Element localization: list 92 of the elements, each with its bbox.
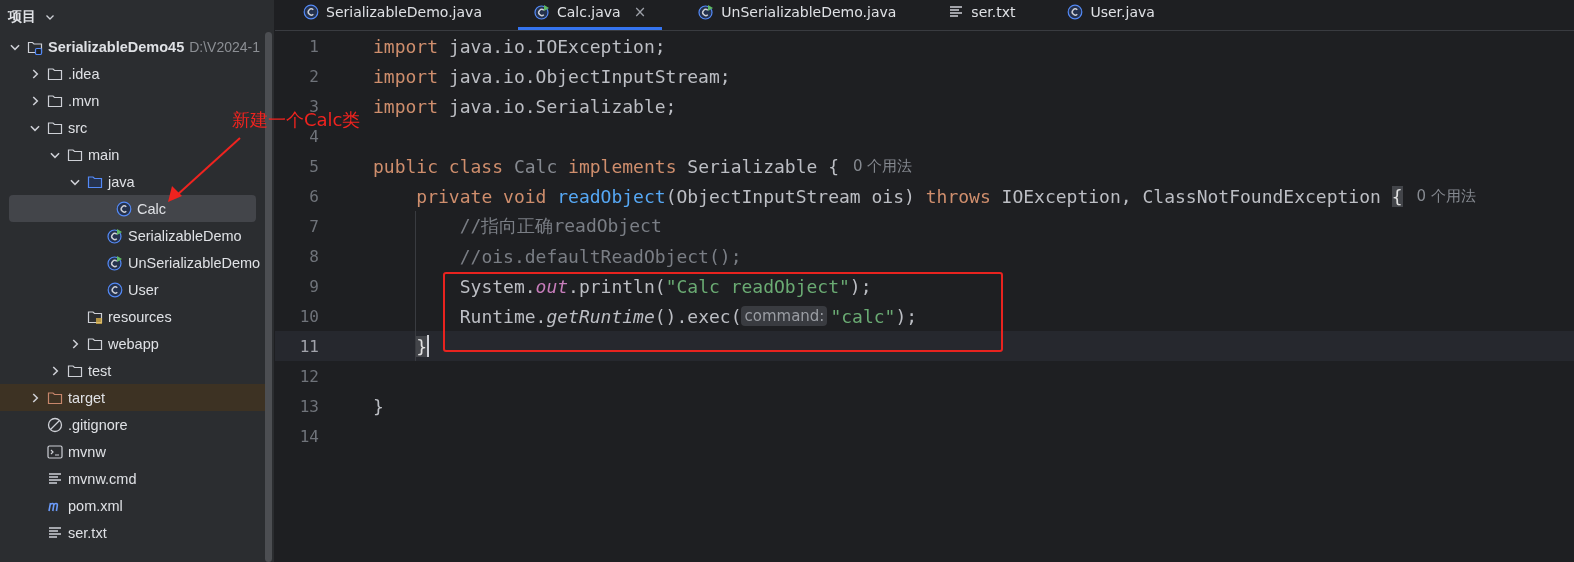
tree-item-label: .idea: [68, 65, 100, 82]
tree-item[interactable]: webapp: [0, 330, 159, 357]
code-text: java.io.IOException;: [448, 35, 666, 57]
tree-item-label: resources: [108, 308, 172, 325]
line-number: 4: [308, 126, 319, 146]
tree-item-label: main: [88, 146, 120, 163]
tree-item[interactable]: UnSerializableDemo: [0, 249, 261, 276]
code-text: System.: [459, 275, 536, 297]
project-path: D:\V2024-1: [189, 38, 261, 55]
usage-hint: 0 个用法: [1416, 186, 1476, 206]
tree-item-label: UnSerializableDemo: [128, 254, 261, 271]
editor-tab[interactable]: SerializableDemo.java: [287, 0, 498, 30]
panel-title: 项目: [8, 7, 36, 26]
editor-tab[interactable]: User.java: [1051, 0, 1171, 30]
tree-item-label: pom.xml: [68, 497, 123, 514]
tree-item[interactable]: SerializableDemo45 D:\V2024-1: [0, 33, 266, 60]
tree-item[interactable]: mvnw.cmd: [0, 465, 137, 492]
code-method: getRuntime: [546, 305, 655, 327]
tree-item[interactable]: .idea: [0, 60, 100, 87]
tree-item[interactable]: Calc: [9, 195, 256, 222]
editor-tab[interactable]: ser.txt: [932, 0, 1032, 30]
matched-brace: {: [1391, 185, 1403, 207]
tree-item[interactable]: ser.txt: [0, 519, 107, 546]
code-text: IOException, ClassNotFoundException: [1001, 185, 1382, 207]
code-keyword: throws: [925, 185, 992, 207]
line-number: 10: [298, 306, 319, 326]
line-number: 11: [298, 336, 319, 356]
editor-tab[interactable]: Calc.java ×: [517, 0, 663, 30]
tree-item-label: Calc: [137, 200, 166, 217]
code-method: readObject: [557, 185, 666, 207]
code-field: out: [535, 275, 569, 297]
tree-item-label: src: [68, 119, 88, 136]
usage-hint: 0 个用法: [853, 156, 913, 176]
line-number: 12: [298, 366, 319, 386]
line-number: 7: [308, 216, 319, 236]
tree-item-label: test: [88, 362, 112, 379]
code-string: "Calc readObject": [665, 275, 850, 297]
line-number: 14: [298, 426, 319, 446]
code-keyword: import: [373, 95, 439, 117]
code-text: ().exec(: [654, 305, 742, 327]
line-number: 9: [308, 276, 319, 296]
tree-item[interactable]: SerializableDemo: [0, 222, 242, 249]
line-number: 8: [308, 246, 319, 266]
tree-item-label: mvnw.cmd: [68, 470, 137, 487]
tree-item[interactable]: pom.xml: [0, 492, 123, 519]
tree-item-label: SerializableDemo: [128, 227, 242, 244]
tree-item-label: target: [68, 389, 106, 406]
tree-item-label: ser.txt: [68, 524, 107, 541]
code-text: }: [373, 395, 384, 417]
tree-item-label: mvnw: [68, 443, 106, 460]
line-number: 5: [308, 156, 319, 176]
tree-item-label: .gitignore: [68, 416, 128, 433]
code-text: .println(: [568, 275, 666, 297]
editor-tab[interactable]: UnSerializableDemo.java: [682, 0, 913, 30]
tree-item[interactable]: User: [0, 276, 159, 303]
code-class-name: Calc: [513, 155, 558, 177]
line-number: 1: [308, 36, 319, 56]
tree-item[interactable]: src: [0, 114, 88, 141]
code-text: );: [849, 275, 872, 297]
tree-item[interactable]: resources: [0, 303, 172, 330]
code-comment: //ois.defaultReadObject();: [459, 245, 742, 267]
tree-item[interactable]: .mvn: [0, 87, 100, 114]
tree-item[interactable]: test: [0, 357, 112, 384]
code-text: java.io.ObjectInputStream;: [448, 65, 731, 87]
tree-item[interactable]: mvnw: [0, 438, 106, 465]
matched-brace: }: [416, 335, 428, 357]
line-number: 2: [308, 66, 319, 86]
close-icon[interactable]: ×: [633, 2, 647, 21]
tree-item-label: SerializableDemo45: [48, 38, 185, 55]
tree-item-label: User: [128, 281, 159, 298]
code-keyword: import: [373, 65, 439, 87]
tree-item-label: .mvn: [68, 92, 100, 109]
parameter-hint: command:: [741, 306, 828, 326]
code-text: (ObjectInputStream ois): [665, 185, 916, 207]
line-number: 6: [308, 186, 319, 206]
code-keyword: import: [373, 35, 439, 57]
tree-item[interactable]: target: [0, 384, 266, 411]
code-text: java.io.Serializable;: [448, 95, 677, 117]
tree-item[interactable]: main: [0, 141, 120, 168]
code-keyword: implements: [568, 155, 678, 177]
code-keyword: public class: [373, 155, 505, 177]
tree-item[interactable]: .gitignore: [0, 411, 128, 438]
code-comment: //指向正确readObject: [459, 214, 662, 238]
code-text: );: [895, 305, 918, 327]
code-text: Runtime.: [459, 305, 547, 327]
code-keyword: private void: [416, 185, 548, 207]
tree-item-label: java: [108, 173, 135, 190]
tree-item-label: webapp: [108, 335, 159, 352]
tree-item[interactable]: java: [0, 168, 135, 195]
line-number: 13: [298, 396, 319, 416]
code-text: Serializable {: [687, 155, 840, 177]
code-string: "calc": [830, 305, 896, 327]
